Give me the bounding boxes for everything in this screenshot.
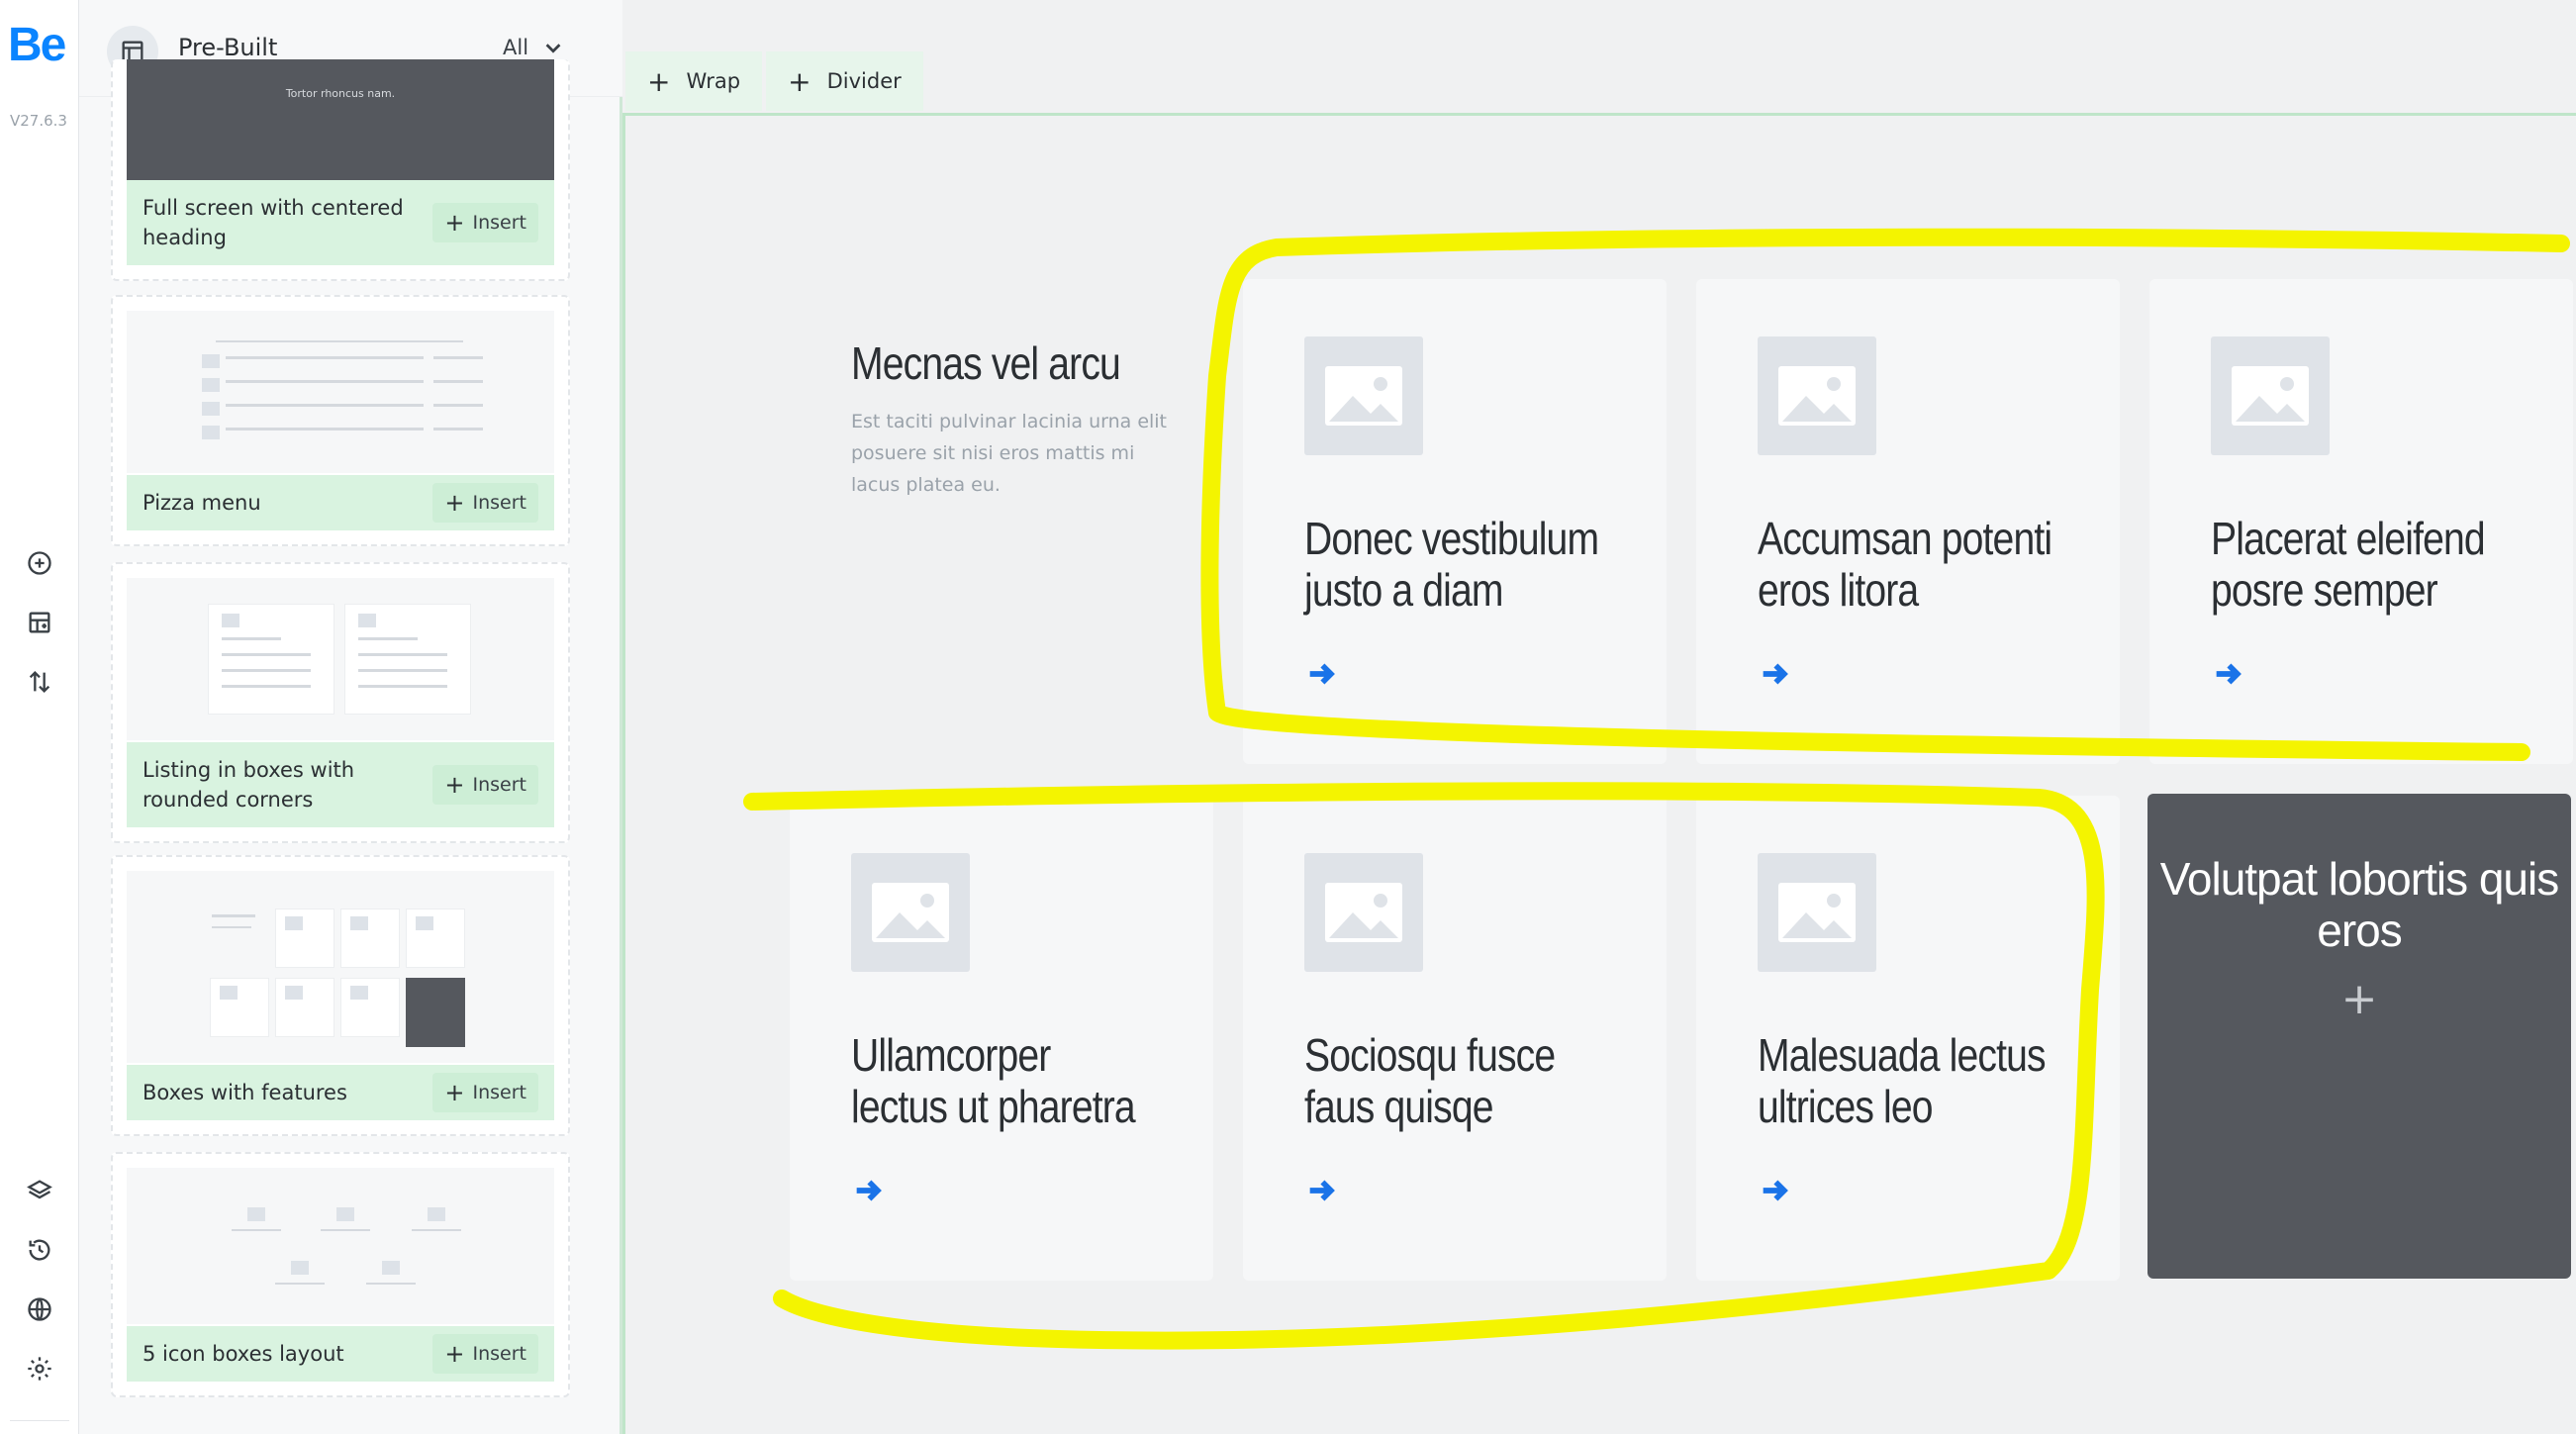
plus-icon: + [444,489,465,517]
insert-button[interactable]: + Insert [432,765,538,805]
settings-icon[interactable] [20,1349,59,1388]
thumbnail-text: Tortor rhoncus nam. [285,87,396,100]
panel-title: Pre-Built [178,34,278,61]
template-name: Pizza menu [143,491,261,515]
arrow-right-icon[interactable] [1304,1174,1338,1207]
plus-icon: + [788,64,811,98]
feature-box[interactable]: Accumsan potenti eros litora [1696,279,2120,764]
add-element-icon[interactable] [20,543,59,583]
insert-button[interactable]: + Insert [432,483,538,523]
history-icon[interactable] [20,1230,59,1270]
template-thumbnail [127,578,554,740]
plus-icon: + [444,209,465,237]
filter-value: All [503,36,529,59]
template-card[interactable]: Boxes with features + Insert [111,855,570,1136]
image-placeholder-icon [2211,336,2330,455]
insert-label: Insert [472,492,527,514]
insert-label: Insert [472,1343,527,1365]
icon-rail: Be V27.6.3 [0,0,79,1434]
cta-title: Volutpat lobortis quis eros [2159,853,2560,956]
image-placeholder-icon [851,853,970,972]
image-placeholder-icon [1304,853,1423,972]
template-footer: 5 icon boxes layout + Insert [127,1326,554,1382]
builder-toolbar: + Wrap + Divider [625,51,927,111]
template-card[interactable]: Tortor rhoncus nam. Full screen with cen… [111,59,570,281]
feature-title: Malesuada lectus ultrices leo [1758,1029,2047,1132]
arrow-right-icon[interactable] [1304,657,1338,691]
cta-box[interactable]: Volutpat lobortis quis eros + [2147,794,2571,1279]
image-placeholder-icon [1758,336,1876,455]
layers-icon[interactable] [20,1171,59,1210]
insert-label: Insert [472,212,527,234]
template-footer: Boxes with features + Insert [127,1065,554,1120]
add-divider-button[interactable]: + Divider [766,51,923,111]
plus-icon: + [444,1079,465,1106]
insert-label: Insert [472,774,527,796]
template-thumbnail [127,1168,554,1324]
feature-title: Sociosqu fusce faus quisqe [1304,1029,1556,1132]
template-name: Full screen with centered heading [143,196,404,249]
divider-label: Divider [826,69,902,93]
feature-box[interactable]: Donec vestibulum justo a diam [1243,279,1667,764]
image-placeholder-icon [1758,853,1876,972]
template-footer: Full screen with centered heading + Inser… [127,180,554,265]
chevron-down-icon [545,44,561,53]
globe-icon[interactable] [20,1290,59,1329]
sort-icon[interactable] [20,662,59,702]
plus-icon: + [444,771,465,799]
insert-button[interactable]: + Insert [432,1334,538,1374]
template-card[interactable]: 5 icon boxes layout + Insert [111,1152,570,1397]
template-thumbnail [127,311,554,473]
app-logo[interactable]: Be [8,18,66,72]
intro-title[interactable]: Mecnas vel arcu [851,336,1121,390]
feature-title: Ullamcorper lectus ut pharetra [851,1029,1136,1132]
template-name: Listing in boxes with rounded corners [143,758,355,812]
template-thumbnail: Tortor rhoncus nam. [127,59,554,182]
feature-box[interactable]: Sociosqu fusce faus quisqe [1243,796,1667,1281]
prebuilt-panel: Pre-Built All Tortor rhoncus nam. Full s… [79,0,622,1434]
version-label: V27.6.3 [10,112,67,130]
feature-box[interactable]: Malesuada lectus ultrices leo [1696,796,2120,1281]
feature-box[interactable]: Ullamcorper lectus ut pharetra [790,796,1213,1281]
insert-button[interactable]: + Insert [432,1073,538,1112]
wrap-label: Wrap [686,69,741,93]
plus-icon: + [444,1340,465,1368]
template-thumbnail [127,871,554,1063]
arrow-right-icon[interactable] [2211,657,2244,691]
arrow-right-icon[interactable] [851,1174,885,1207]
add-wrap-button[interactable]: + Wrap [625,51,763,111]
filter-dropdown[interactable]: All [503,36,564,59]
template-footer: Pizza menu + Insert [127,475,554,530]
feature-title: Accumsan potenti eros litora [1758,513,2052,616]
template-name: Boxes with features [143,1081,347,1104]
arrow-right-icon[interactable] [1758,1174,1791,1207]
insert-button[interactable]: + Insert [432,203,538,242]
feature-title: Placerat eleifend posre semper [2211,513,2486,616]
insert-label: Insert [472,1082,527,1103]
feature-box[interactable]: Placerat eleifend posre semper [2149,279,2573,764]
plus-icon[interactable]: + [2339,978,2379,1021]
rail-divider [10,1420,69,1421]
template-name: 5 icon boxes layout [143,1342,344,1366]
feature-title: Donec vestibulum justo a diam [1304,513,1599,616]
template-footer: Listing in boxes with rounded corners + I… [127,742,554,827]
arrow-right-icon[interactable] [1758,657,1791,691]
template-card[interactable]: Pizza menu + Insert [111,295,570,546]
plus-icon: + [647,64,671,98]
intro-text[interactable]: Est taciti pulvinar lacinia urna elit po… [851,406,1178,501]
layout-icon[interactable] [20,603,59,642]
template-card[interactable]: Listing in boxes with rounded corners + I… [111,562,570,843]
image-placeholder-icon [1304,336,1423,455]
